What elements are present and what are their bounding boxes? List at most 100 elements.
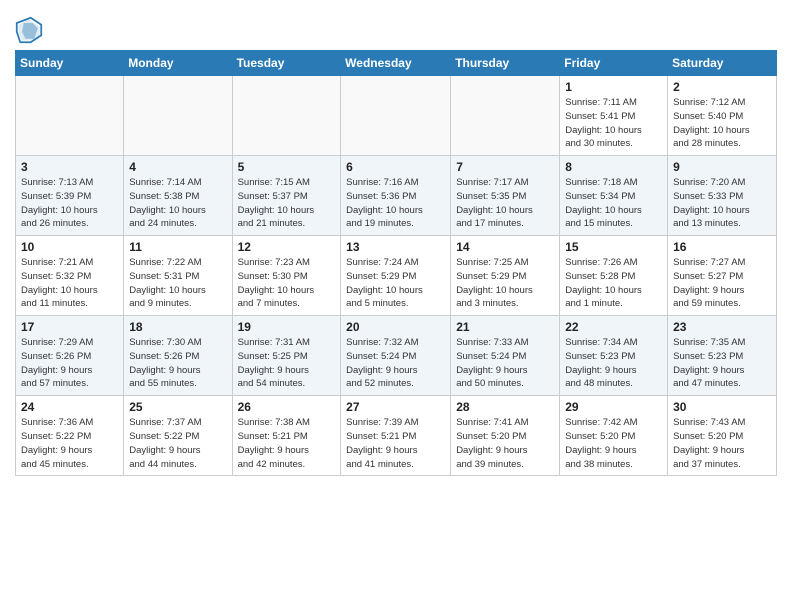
day-number: 25 xyxy=(129,400,226,414)
day-info: Sunrise: 7:42 AMSunset: 5:20 PMDaylight:… xyxy=(565,416,662,471)
day-number: 28 xyxy=(456,400,554,414)
calendar-day-cell xyxy=(451,76,560,156)
calendar-week-row: 17 Sunrise: 7:29 AMSunset: 5:26 PMDayligh… xyxy=(16,316,777,396)
calendar-day-cell: 14 Sunrise: 7:25 AMSunset: 5:29 PMDayligh… xyxy=(451,236,560,316)
day-number: 16 xyxy=(673,240,771,254)
day-number: 20 xyxy=(346,320,445,334)
day-number: 26 xyxy=(238,400,336,414)
day-number: 5 xyxy=(238,160,336,174)
weekday-header: Tuesday xyxy=(232,51,341,76)
calendar-day-cell: 1Sunrise: 7:11 AMSunset: 5:41 PMDaylight… xyxy=(560,76,668,156)
calendar-day-cell: 20 Sunrise: 7:32 AMSunset: 5:24 PMDayligh… xyxy=(341,316,451,396)
calendar-header-row: SundayMondayTuesdayWednesdayThursdayFrid… xyxy=(16,51,777,76)
calendar-day-cell: 2 Sunrise: 7:12 AMSunset: 5:40 PMDaylight… xyxy=(668,76,777,156)
day-info: Sunrise: 7:23 AMSunset: 5:30 PMDaylight:… xyxy=(238,256,336,311)
day-info: Sunrise: 7:30 AMSunset: 5:26 PMDaylight:… xyxy=(129,336,226,391)
calendar-day-cell: 5 Sunrise: 7:15 AMSunset: 5:37 PMDaylight… xyxy=(232,156,341,236)
day-info: Sunrise: 7:11 AMSunset: 5:41 PMDaylight:… xyxy=(565,96,662,151)
day-number: 10 xyxy=(21,240,118,254)
day-number: 19 xyxy=(238,320,336,334)
day-number: 7 xyxy=(456,160,554,174)
day-number: 8 xyxy=(565,160,662,174)
calendar-day-cell: 3 Sunrise: 7:13 AMSunset: 5:39 PMDaylight… xyxy=(16,156,124,236)
day-number: 4 xyxy=(129,160,226,174)
day-number: 30 xyxy=(673,400,771,414)
weekday-header: Sunday xyxy=(16,51,124,76)
day-number: 15 xyxy=(565,240,662,254)
calendar-day-cell: 19Sunrise: 7:31 AMSunset: 5:25 PMDayligh… xyxy=(232,316,341,396)
day-info: Sunrise: 7:36 AMSunset: 5:22 PMDaylight:… xyxy=(21,416,118,471)
day-info: Sunrise: 7:21 AMSunset: 5:32 PMDaylight:… xyxy=(21,256,118,311)
calendar-day-cell: 12 Sunrise: 7:23 AMSunset: 5:30 PMDayligh… xyxy=(232,236,341,316)
calendar-day-cell xyxy=(16,76,124,156)
day-info: Sunrise: 7:20 AMSunset: 5:33 PMDaylight:… xyxy=(673,176,771,231)
day-info: Sunrise: 7:26 AMSunset: 5:28 PMDaylight:… xyxy=(565,256,662,311)
logo xyxy=(15,16,47,44)
calendar-day-cell: 15 Sunrise: 7:26 AMSunset: 5:28 PMDayligh… xyxy=(560,236,668,316)
day-info: Sunrise: 7:29 AMSunset: 5:26 PMDaylight:… xyxy=(21,336,118,391)
day-info: Sunrise: 7:32 AMSunset: 5:24 PMDaylight:… xyxy=(346,336,445,391)
calendar-day-cell: 8 Sunrise: 7:18 AMSunset: 5:34 PMDaylight… xyxy=(560,156,668,236)
weekday-header: Thursday xyxy=(451,51,560,76)
calendar-week-row: 24 Sunrise: 7:36 AMSunset: 5:22 PMDayligh… xyxy=(16,396,777,476)
day-info: Sunrise: 7:37 AMSunset: 5:22 PMDaylight:… xyxy=(129,416,226,471)
calendar-day-cell: 21 Sunrise: 7:33 AMSunset: 5:24 PMDayligh… xyxy=(451,316,560,396)
day-number: 23 xyxy=(673,320,771,334)
day-info: Sunrise: 7:35 AMSunset: 5:23 PMDaylight:… xyxy=(673,336,771,391)
day-number: 6 xyxy=(346,160,445,174)
day-number: 17 xyxy=(21,320,118,334)
day-number: 24 xyxy=(21,400,118,414)
calendar-day-cell: 7 Sunrise: 7:17 AMSunset: 5:35 PMDaylight… xyxy=(451,156,560,236)
day-info: Sunrise: 7:13 AMSunset: 5:39 PMDaylight:… xyxy=(21,176,118,231)
day-number: 11 xyxy=(129,240,226,254)
day-info: Sunrise: 7:12 AMSunset: 5:40 PMDaylight:… xyxy=(673,96,771,151)
day-number: 12 xyxy=(238,240,336,254)
day-number: 2 xyxy=(673,80,771,94)
calendar-day-cell xyxy=(124,76,232,156)
day-info: Sunrise: 7:43 AMSunset: 5:20 PMDaylight:… xyxy=(673,416,771,471)
page: SundayMondayTuesdayWednesdayThursdayFrid… xyxy=(0,0,792,486)
day-number: 21 xyxy=(456,320,554,334)
calendar-day-cell: 23 Sunrise: 7:35 AMSunset: 5:23 PMDayligh… xyxy=(668,316,777,396)
calendar-day-cell: 9 Sunrise: 7:20 AMSunset: 5:33 PMDaylight… xyxy=(668,156,777,236)
day-number: 27 xyxy=(346,400,445,414)
weekday-header: Friday xyxy=(560,51,668,76)
calendar-week-row: 3 Sunrise: 7:13 AMSunset: 5:39 PMDaylight… xyxy=(16,156,777,236)
day-info: Sunrise: 7:15 AMSunset: 5:37 PMDaylight:… xyxy=(238,176,336,231)
logo-icon xyxy=(15,16,43,44)
calendar-day-cell: 28 Sunrise: 7:41 AMSunset: 5:20 PMDayligh… xyxy=(451,396,560,476)
calendar-day-cell: 26Sunrise: 7:38 AMSunset: 5:21 PMDayligh… xyxy=(232,396,341,476)
day-number: 18 xyxy=(129,320,226,334)
day-info: Sunrise: 7:17 AMSunset: 5:35 PMDaylight:… xyxy=(456,176,554,231)
day-info: Sunrise: 7:16 AMSunset: 5:36 PMDaylight:… xyxy=(346,176,445,231)
day-info: Sunrise: 7:25 AMSunset: 5:29 PMDaylight:… xyxy=(456,256,554,311)
calendar-day-cell: 25 Sunrise: 7:37 AMSunset: 5:22 PMDayligh… xyxy=(124,396,232,476)
day-number: 9 xyxy=(673,160,771,174)
calendar-day-cell: 18 Sunrise: 7:30 AMSunset: 5:26 PMDayligh… xyxy=(124,316,232,396)
day-number: 13 xyxy=(346,240,445,254)
calendar-day-cell: 11Sunrise: 7:22 AMSunset: 5:31 PMDayligh… xyxy=(124,236,232,316)
day-info: Sunrise: 7:18 AMSunset: 5:34 PMDaylight:… xyxy=(565,176,662,231)
day-info: Sunrise: 7:27 AMSunset: 5:27 PMDaylight:… xyxy=(673,256,771,311)
day-info: Sunrise: 7:14 AMSunset: 5:38 PMDaylight:… xyxy=(129,176,226,231)
calendar-day-cell: 4 Sunrise: 7:14 AMSunset: 5:38 PMDaylight… xyxy=(124,156,232,236)
calendar-day-cell xyxy=(232,76,341,156)
day-info: Sunrise: 7:41 AMSunset: 5:20 PMDaylight:… xyxy=(456,416,554,471)
day-number: 14 xyxy=(456,240,554,254)
day-number: 29 xyxy=(565,400,662,414)
header xyxy=(15,10,777,44)
calendar-day-cell xyxy=(341,76,451,156)
calendar-day-cell: 24 Sunrise: 7:36 AMSunset: 5:22 PMDayligh… xyxy=(16,396,124,476)
day-info: Sunrise: 7:33 AMSunset: 5:24 PMDaylight:… xyxy=(456,336,554,391)
day-info: Sunrise: 7:24 AMSunset: 5:29 PMDaylight:… xyxy=(346,256,445,311)
calendar-day-cell: 16 Sunrise: 7:27 AMSunset: 5:27 PMDayligh… xyxy=(668,236,777,316)
calendar-day-cell: 27 Sunrise: 7:39 AMSunset: 5:21 PMDayligh… xyxy=(341,396,451,476)
calendar-day-cell: 22Sunrise: 7:34 AMSunset: 5:23 PMDayligh… xyxy=(560,316,668,396)
day-number: 3 xyxy=(21,160,118,174)
day-info: Sunrise: 7:39 AMSunset: 5:21 PMDaylight:… xyxy=(346,416,445,471)
calendar-day-cell: 30 Sunrise: 7:43 AMSunset: 5:20 PMDayligh… xyxy=(668,396,777,476)
calendar-day-cell: 17 Sunrise: 7:29 AMSunset: 5:26 PMDayligh… xyxy=(16,316,124,396)
calendar: SundayMondayTuesdayWednesdayThursdayFrid… xyxy=(15,50,777,476)
weekday-header: Wednesday xyxy=(341,51,451,76)
calendar-week-row: 1Sunrise: 7:11 AMSunset: 5:41 PMDaylight… xyxy=(16,76,777,156)
